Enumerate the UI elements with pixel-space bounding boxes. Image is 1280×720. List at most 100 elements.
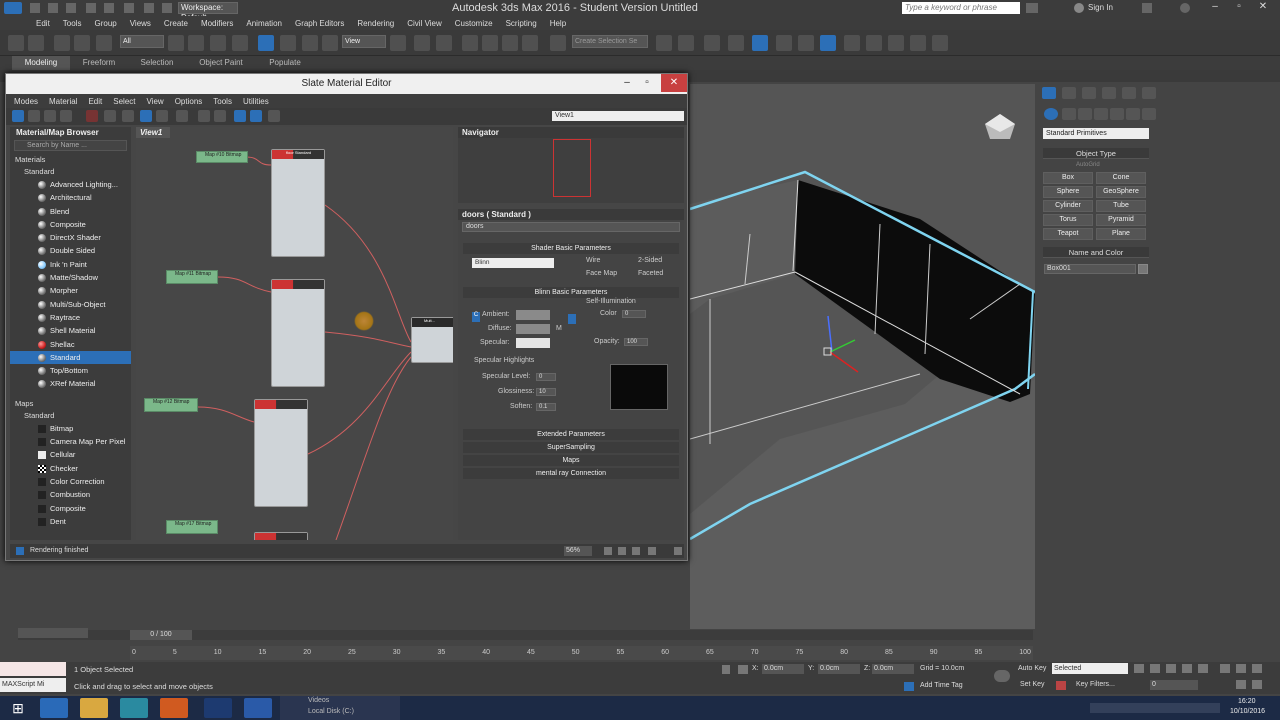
move-children-icon[interactable] [104,110,116,122]
unlink-icon[interactable] [162,3,172,13]
cameras-icon[interactable] [1094,108,1108,120]
list-item[interactable]: Standard [10,350,131,365]
new-icon[interactable] [30,3,40,13]
time-slider-thumb[interactable]: 0 / 100 [130,630,192,640]
named-selection-select[interactable]: Create Selection Se [572,35,648,48]
multi-sub-node[interactable]: Mult... [411,317,453,363]
opacity-spinner[interactable]: 100 [624,338,648,346]
select-by-name-button[interactable] [188,35,204,51]
render-production-button[interactable] [888,35,904,51]
select-move-button[interactable] [258,35,274,51]
absolute-mode-icon[interactable] [738,665,748,674]
key-mode-icon[interactable] [994,670,1010,682]
tab-populate[interactable]: Populate [256,56,314,70]
tab-selection[interactable]: Selection [128,56,186,70]
tab-object-paint[interactable]: Object Paint [186,56,256,70]
minimize-button[interactable]: – [1208,1,1222,13]
shader-select[interactable]: Blinn [472,258,554,268]
color-checkbox[interactable]: Color [600,310,617,317]
list-item[interactable]: Shellac [10,338,131,351]
list-item[interactable]: Dent [10,515,131,528]
set-key-button[interactable]: Set Key [1020,681,1045,688]
file-explorer-icon[interactable] [80,698,108,718]
maps-rollout[interactable]: Maps [463,455,679,466]
parameter-editor-icon[interactable] [250,110,262,122]
delete-icon[interactable] [86,110,98,122]
list-item[interactable]: XRef Material [10,377,131,390]
lock-selection-icon[interactable] [722,665,730,674]
wire-checkbox[interactable]: Wire [586,257,600,264]
map-node-17[interactable]: Map #17 Bitmap [166,520,218,534]
select-object-button[interactable] [168,35,184,51]
select-rotate-button[interactable] [280,35,296,51]
maps-group[interactable]: Maps [10,398,131,410]
list-item[interactable]: Morpher [10,284,131,297]
mirror-button[interactable] [656,35,672,51]
select-scale-button[interactable] [302,35,318,51]
select-manipulate-button[interactable] [414,35,430,51]
tab-freeform[interactable]: Freeform [70,56,128,70]
sign-in-link[interactable]: Sign In [1088,3,1113,12]
slate-menu-tools[interactable]: Tools [213,97,232,106]
z-field[interactable]: 0.0cm [872,664,914,674]
zoom-icon[interactable] [618,547,626,555]
map-node-12[interactable]: Map #12 Bitmap [144,398,198,412]
lock-icon[interactable] [568,314,576,324]
schematic-view-button[interactable] [798,35,814,51]
layer-explorer-button[interactable] [704,35,720,51]
zoom-extents-all-icon[interactable] [1252,664,1262,673]
glossiness-spinner[interactable]: 10 [536,388,556,396]
menu-graph-editors[interactable]: Graph Editors [295,19,344,28]
zoom-view-icon[interactable] [1220,664,1230,673]
a360-render-button[interactable] [932,35,948,51]
material-node-doors[interactable] [271,279,325,387]
keyboard-shortcut-button[interactable] [436,35,452,51]
unlink-button[interactable] [74,35,90,51]
edit-named-selection-button[interactable] [550,35,566,51]
slate-menu-edit[interactable]: Edit [88,97,102,106]
self-illum-color-spinner[interactable]: 0 [622,310,646,318]
browser-search-input[interactable]: Search by Name ... [14,140,127,151]
workspace-select[interactable]: Workspace: Default [178,2,238,22]
user-icon[interactable] [1074,3,1084,13]
shapes-icon[interactable] [1062,108,1076,120]
create-tab-icon[interactable] [1042,87,1056,99]
menu-create[interactable]: Create [164,19,188,28]
geosphere-button[interactable]: GeoSphere [1096,186,1146,198]
tab-modeling[interactable]: Modeling [12,56,70,70]
material-editor-button[interactable] [820,35,836,51]
motion-tab-icon[interactable] [1102,87,1116,99]
menu-animation[interactable]: Animation [246,19,282,28]
bind-space-warp-button[interactable] [96,35,112,51]
cylinder-button[interactable]: Cylinder [1043,200,1093,212]
x-field[interactable]: 0.0cm [762,664,804,674]
geometry-icon[interactable] [1044,108,1058,120]
app-logo-icon[interactable] [4,2,22,14]
show-map-viewport-icon[interactable] [140,110,152,122]
material-name-field[interactable]: doors [462,222,680,232]
shader-basic-rollout[interactable]: Shader Basic Parameters [463,243,679,254]
auto-key-button[interactable]: Auto Key [1018,665,1046,672]
ie-icon[interactable] [40,698,68,718]
list-item[interactable]: Composite [10,218,131,231]
modify-tab-icon[interactable] [1062,87,1076,99]
redo-icon[interactable] [104,3,114,13]
maxscript-mini-listener[interactable]: MAXScript Mi [0,678,66,692]
specular-swatch[interactable] [516,338,550,348]
box-button[interactable]: Box [1043,172,1093,184]
list-item[interactable]: Color Correction [10,475,131,488]
list-item[interactable]: Combustion [10,488,131,501]
maxscript-listener[interactable] [0,662,66,676]
slate-menu-view[interactable]: View [147,97,164,106]
slate-minimize-button[interactable]: – [617,74,637,92]
material-id-icon[interactable] [176,110,188,122]
space-warps-icon[interactable] [1126,108,1140,120]
object-type-rollout[interactable]: Object Type [1043,148,1149,159]
materials-standard-group[interactable]: Standard [10,166,131,178]
material-browser-icon[interactable] [234,110,246,122]
map-node-10[interactable]: Map #10 Bitmap [196,151,248,163]
material-node-walls[interactable] [254,399,308,507]
select-by-material-icon[interactable] [268,110,280,122]
binoculars-icon[interactable] [1026,3,1038,13]
extended-params-rollout[interactable]: Extended Parameters [463,429,679,440]
